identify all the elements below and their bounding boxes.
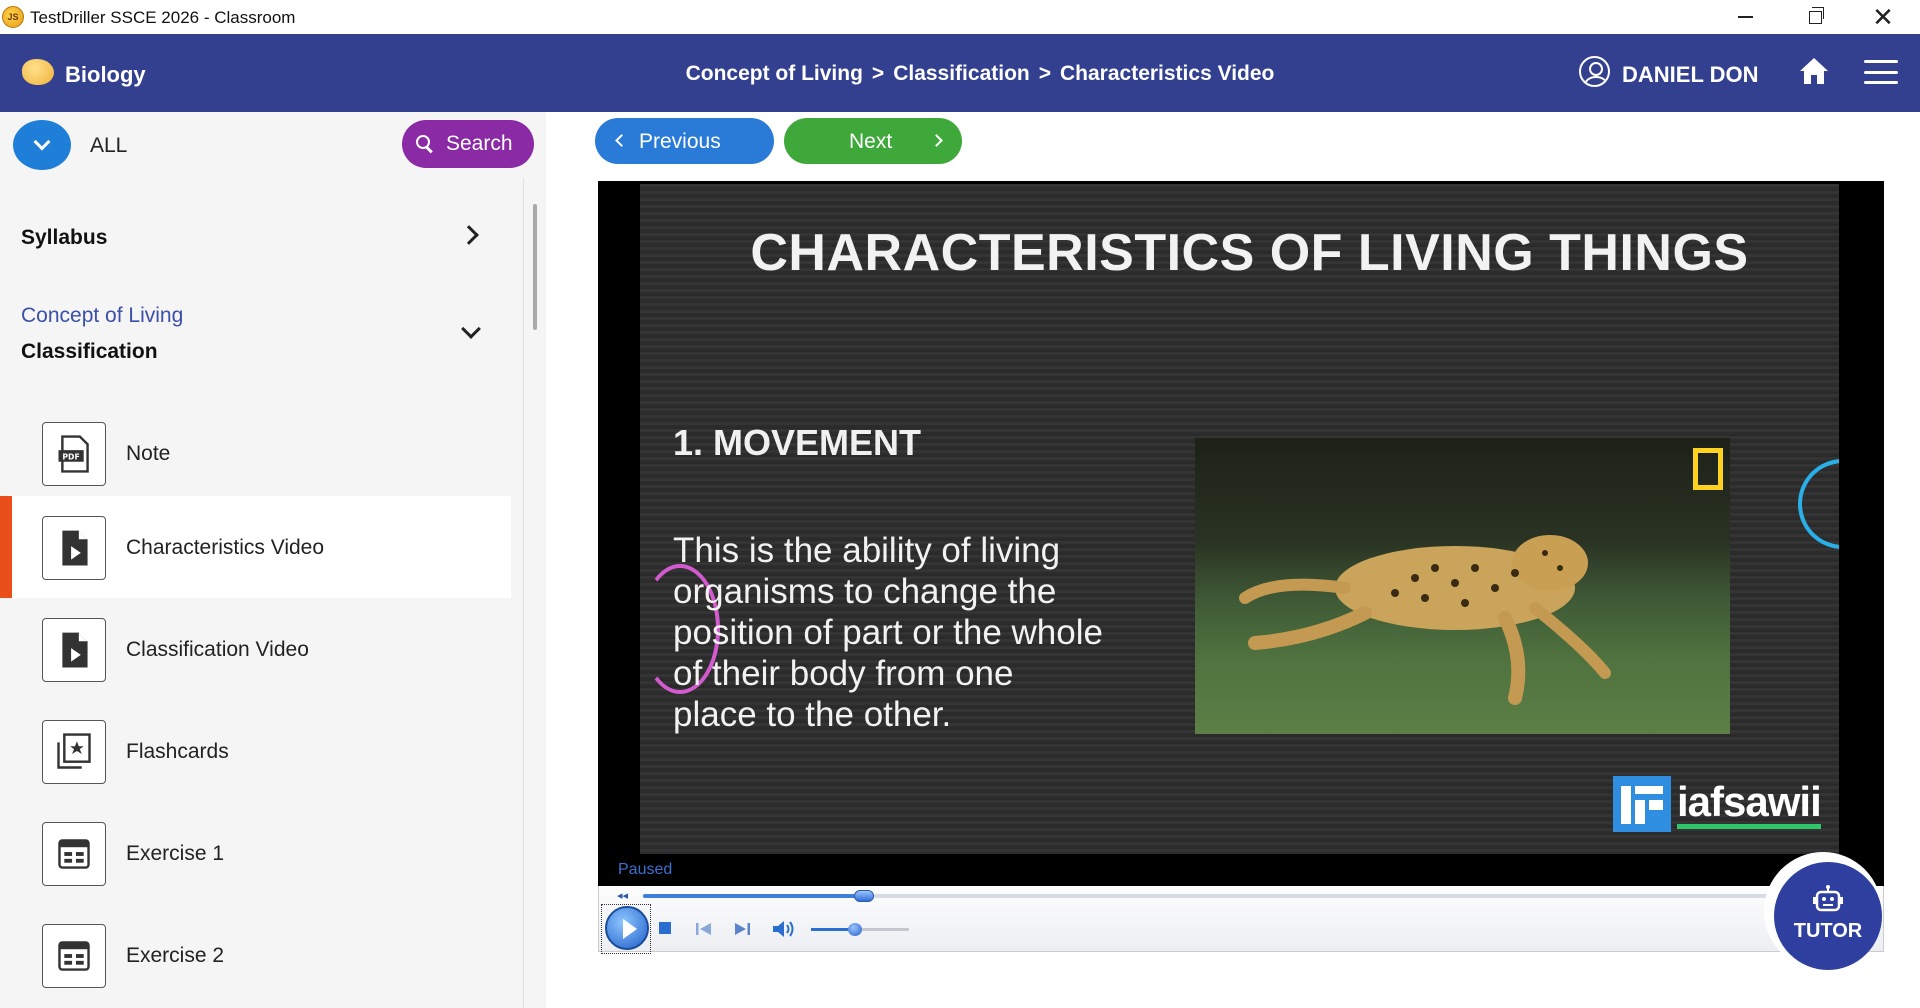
seek-progress (643, 894, 865, 898)
window-title: TestDriller SSCE 2026 - Classroom (30, 8, 296, 27)
video-player[interactable]: CHARACTERISTICS OF LIVING THINGS 1. MOVE… (598, 181, 1884, 886)
sidebar-item-label: Flashcards (126, 740, 229, 763)
pdf-icon: PDF (42, 422, 106, 486)
user-avatar-icon[interactable] (1579, 56, 1610, 87)
video-file-icon (42, 516, 106, 580)
video-file-icon (42, 618, 106, 682)
minimize-icon (1737, 16, 1753, 18)
search-icon (416, 135, 434, 153)
sidebar-item-exercise-1[interactable]: Exercise 1 (0, 802, 511, 904)
slide-title: CHARACTERISTICS OF LIVING THINGS (750, 224, 1749, 282)
chevron-right-icon (459, 225, 479, 245)
exercise-icon (42, 822, 106, 886)
breadcrumb-item[interactable]: Classification (893, 62, 1030, 85)
sidebar-item-label: Classification Video (126, 638, 309, 661)
close-button[interactable]: ✕ (1848, 0, 1918, 34)
breadcrumb-separator: > (1038, 62, 1051, 85)
sidebar-scrollbar[interactable] (533, 204, 537, 330)
playback-status: Paused (618, 861, 673, 878)
volume-slider[interactable] (811, 923, 909, 936)
seek-handle[interactable] (854, 890, 875, 902)
chevron-left-icon (615, 134, 628, 147)
next-button-label: Next (849, 130, 893, 153)
slide-heading: 1. MOVEMENT (673, 422, 922, 463)
seek-bar[interactable] (643, 890, 1873, 902)
svg-text:PDF: PDF (62, 452, 79, 461)
syllabus-label: Syllabus (21, 226, 108, 249)
watermark-icon (1613, 776, 1671, 832)
sidebar-item-flashcards[interactable]: Flashcards (0, 700, 511, 802)
robot-icon (1813, 885, 1843, 912)
watermark-text: iafsawii (1677, 779, 1822, 829)
sidebar-item-characteristics-video[interactable]: Characteristics Video (0, 496, 511, 598)
next-button[interactable]: Next (784, 118, 962, 164)
next-track-icon[interactable] (733, 922, 751, 936)
filter-dropdown-button[interactable] (13, 120, 71, 170)
minimize-button[interactable] (1710, 0, 1780, 34)
watermark-logo: iafsawii (1613, 776, 1822, 832)
cheetah-image (1195, 438, 1730, 734)
app-header: Biology Concept of Living > Classification… (0, 34, 1920, 112)
tutor-button[interactable]: TUTOR (1774, 862, 1882, 970)
volume-handle[interactable] (848, 923, 863, 936)
home-icon[interactable] (1798, 55, 1830, 87)
app-icon: JS (2, 6, 24, 28)
stop-button[interactable] (659, 922, 671, 934)
hamburger-menu-icon[interactable] (1864, 60, 1898, 84)
sidebar-item-label: Exercise 2 (126, 944, 225, 967)
sidebar-item-classification-video[interactable]: Classification Video (0, 598, 511, 700)
restore-button[interactable] (1780, 0, 1850, 34)
flashcards-icon (42, 720, 106, 784)
previous-button-label: Previous (639, 130, 721, 153)
exercise-icon (42, 924, 106, 988)
subtopic-title: Classification (21, 340, 158, 363)
sidebar-item-label: Note (126, 442, 171, 465)
video-frame: CHARACTERISTICS OF LIVING THINGS 1. MOVE… (640, 184, 1839, 854)
volume-icon[interactable] (771, 919, 795, 939)
collapse-chevron-icon[interactable] (461, 319, 481, 339)
search-button-label: Search (446, 132, 513, 155)
tutor-label: TUTOR (1793, 920, 1863, 942)
previous-track-icon[interactable] (695, 922, 713, 936)
close-icon: ✕ (1872, 2, 1894, 32)
national-geographic-logo (1693, 448, 1723, 490)
window-titlebar: JS TestDriller SSCE 2026 - Classroom ✕ (0, 0, 1920, 34)
chevron-down-icon (33, 133, 51, 151)
restore-icon (1808, 6, 1824, 24)
sidebar-item-note[interactable]: PDF Note (0, 402, 511, 504)
previous-button[interactable]: Previous (595, 118, 774, 164)
rewind-icon[interactable]: ◂◂ (617, 889, 628, 902)
sidebar-item-exercise-2[interactable]: Exercise 2 (0, 904, 511, 1006)
slide-body: This is the ability of living organisms … (673, 531, 1103, 734)
sidebar-item-label: Characteristics Video (126, 536, 325, 559)
cheetah-illustration (1239, 535, 1611, 705)
topic-link[interactable]: Concept of Living (21, 304, 183, 328)
chevron-right-icon (930, 134, 943, 147)
breadcrumb-separator: > (871, 62, 885, 85)
sidebar-item-label: Exercise 1 (126, 842, 225, 865)
play-button[interactable] (605, 906, 649, 950)
decorative-circle (1798, 459, 1839, 549)
syllabus-row[interactable]: Syllabus (0, 208, 510, 264)
filter-label: ALL (90, 134, 128, 157)
breadcrumb-item-current: Characteristics Video (1060, 62, 1275, 85)
media-controls: ◂◂ (598, 886, 1884, 954)
search-button[interactable]: Search (402, 120, 534, 168)
sidebar: ALL Search Syllabus Concept of Living Cl… (0, 112, 546, 1008)
user-name[interactable]: DANIEL DON (1622, 62, 1759, 88)
sidebar-divider (523, 178, 524, 1008)
breadcrumb-item[interactable]: Concept of Living (686, 62, 863, 85)
